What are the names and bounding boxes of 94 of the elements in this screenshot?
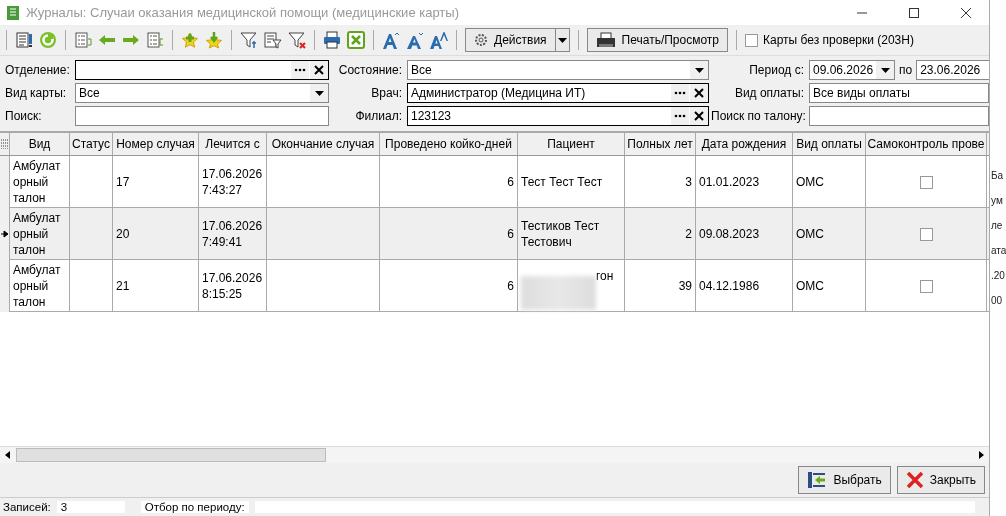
background-text: ле: [990, 220, 1004, 231]
column-header[interactable]: Статус: [70, 133, 113, 155]
close-icon: [905, 471, 924, 489]
checkbox[interactable]: [919, 175, 933, 189]
table-cell: Амбулаторный талон: [10, 208, 70, 260]
table-cell-text: Тестиков Тест Тестович: [521, 218, 601, 250]
filter-icon[interactable]: [240, 31, 258, 49]
filter-label: Филиал:: [354, 109, 403, 123]
scrollbar-thumb[interactable]: [16, 448, 326, 462]
spreadsheet-icon[interactable]: [347, 31, 365, 49]
background-text: 00: [990, 295, 1004, 306]
gear-icon: [474, 33, 488, 47]
checkbox[interactable]: [745, 33, 759, 47]
column-header[interactable]: Проведено койко-дней: [380, 133, 518, 155]
checkbox-label: Карты без проверки (203Н): [763, 33, 914, 47]
filter-list-icon[interactable]: [264, 31, 282, 49]
input-field[interactable]: [809, 106, 989, 126]
status-label: Отбор по периоду:: [140, 501, 249, 513]
close-button[interactable]: Закрыть: [896, 466, 985, 494]
close-icon[interactable]: [961, 7, 971, 18]
star-plus-icon[interactable]: [181, 31, 199, 49]
column-header[interactable]: Номер случая: [113, 133, 199, 155]
filter-label: Вид оплаты:: [733, 86, 805, 100]
table-cell: Амбулаторный талон: [10, 260, 70, 312]
table-cell: ОМС: [793, 208, 866, 260]
column-header[interactable]: Лечится с: [199, 133, 267, 155]
column-header[interactable]: Пациент: [518, 133, 625, 155]
lookup-field[interactable]: Администратор (Медицина ИТ): [407, 83, 709, 103]
column-header[interactable]: Вид: [10, 133, 70, 155]
filter-label: Поиск по талону:: [711, 109, 807, 123]
checkbox[interactable]: [919, 227, 933, 241]
document-icon[interactable]: [15, 31, 33, 49]
status-value: 3: [56, 501, 125, 513]
filter-label: по: [899, 63, 913, 77]
filter-label: Период с:: [748, 63, 805, 77]
list-icon[interactable]: [146, 31, 164, 49]
table-cell: гон: [596, 268, 614, 284]
input-field[interactable]: 23.06.2026: [916, 60, 989, 80]
column-header[interactable]: Дата рождения: [696, 133, 793, 155]
table-cell: 6: [380, 208, 518, 260]
column-header[interactable]: Окончание случая: [267, 133, 380, 155]
filter-label: Поиск:: [5, 109, 43, 123]
actions-button[interactable]: Действия: [465, 28, 556, 52]
input-field[interactable]: [75, 106, 329, 126]
column-header[interactable]: Вид оплаты: [793, 133, 866, 155]
select-button[interactable]: Выбрать: [798, 466, 891, 494]
printer-icon: [595, 32, 616, 48]
table-cell: 21: [113, 260, 199, 312]
printer-icon[interactable]: [323, 31, 341, 49]
table-cell: 04.12.1986: [696, 260, 793, 312]
font-smaller-icon[interactable]: [406, 31, 424, 49]
table-cell: 17.06.2026 7:49:41: [199, 208, 267, 260]
table-cell: Тест Тест Тест: [521, 174, 603, 190]
table-cell: 6: [380, 260, 518, 312]
table-cell: 09.08.2023: [696, 208, 793, 260]
table-cell: 20: [113, 208, 199, 260]
background-text: ум: [990, 195, 1004, 206]
lookup-field[interactable]: [75, 60, 329, 80]
input-field[interactable]: Все виды оплаты: [809, 83, 989, 103]
maximize-icon[interactable]: [909, 7, 919, 18]
background-text: Ба: [990, 170, 1005, 181]
window-title: Журналы: Случаи оказания медицинской помощи (медицинские карты): [26, 5, 460, 20]
app-icon: [6, 4, 20, 21]
status-label: Записей:: [3, 501, 51, 513]
clear-icon[interactable]: [692, 109, 706, 123]
filter-label: Отделение:: [5, 63, 71, 77]
dropdown-field[interactable]: Все: [75, 83, 329, 103]
lookup-field[interactable]: 123123: [407, 106, 709, 126]
column-header[interactable]: Самоконтроль прове: [866, 133, 987, 155]
print-preview-button[interactable]: Печать/Просмотр: [586, 28, 729, 52]
filter-label: Вид карты:: [5, 86, 68, 100]
background-text: .20: [990, 270, 1006, 281]
dropdown-field[interactable]: 09.06.2026: [809, 60, 895, 80]
clear-icon[interactable]: [692, 86, 706, 100]
checkbox[interactable]: [919, 279, 933, 293]
table-cell: ОМС: [793, 260, 866, 312]
filter-clear-icon[interactable]: [288, 31, 306, 49]
font-larger-icon[interactable]: [382, 31, 400, 49]
list-icon[interactable]: [74, 31, 92, 49]
star-down-icon[interactable]: [205, 31, 223, 49]
table-row[interactable]: Амбулаторный талон 21 17.06.2026 8:15:25 6 гон 39 04.12.1986 ОМС: [0, 260, 989, 312]
filter-label: Состояние:: [337, 63, 403, 77]
font-size-icon[interactable]: [430, 31, 448, 49]
table-cell: 39: [625, 260, 696, 312]
column-chooser-icon[interactable]: [0, 139, 9, 149]
table-cell: 2: [625, 208, 696, 260]
current-row-arrow-icon: [0, 230, 9, 238]
clear-icon[interactable]: [312, 63, 326, 77]
table-cell: 17.06.2026 8:15:25: [199, 260, 267, 312]
dropdown-field[interactable]: Все: [407, 60, 709, 80]
column-header[interactable]: Полных лет: [625, 133, 696, 155]
list-arrow-icon: [807, 471, 828, 489]
filter-label: Врач:: [370, 86, 403, 100]
background-text: ата: [990, 245, 1006, 256]
